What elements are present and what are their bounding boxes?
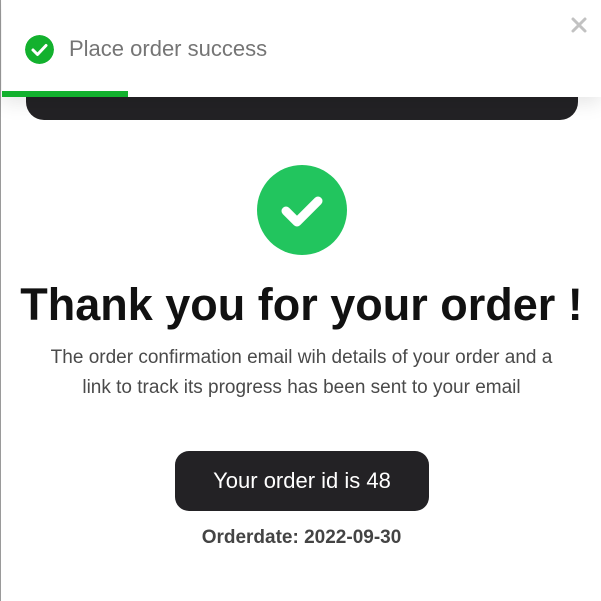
page-title: Thank you for your order !	[20, 279, 583, 330]
order-date: Orderdate: 2022-09-30	[201, 527, 402, 548]
toast-notification[interactable]: Place order success	[2, 0, 601, 97]
check-circle-icon	[25, 35, 54, 64]
close-icon[interactable]	[568, 14, 590, 36]
toast-message: Place order success	[69, 36, 268, 61]
toast-progress-fill	[2, 91, 128, 97]
order-success-page: Place order success Thank you for your o…	[0, 0, 601, 601]
check-circle-icon	[257, 165, 347, 255]
toast-progress-bar	[2, 91, 601, 97]
confirmation-description: The order confirmation email wih details…	[50, 347, 553, 398]
order-id-badge[interactable]: Your order id is 48	[175, 451, 429, 511]
